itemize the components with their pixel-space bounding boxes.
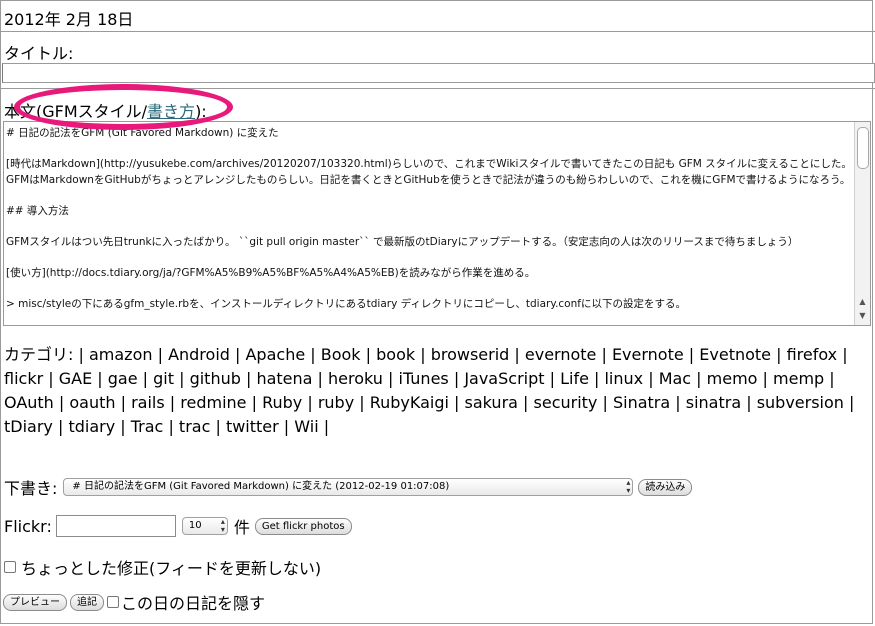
body-text: # 日記の記法をGFM (Git Favored Markdown) に変えた …: [6, 126, 854, 325]
draft-label: 下書き:: [4, 479, 58, 498]
category-item[interactable]: git: [153, 369, 174, 388]
flickr-label: Flickr:: [4, 516, 52, 536]
category-item[interactable]: sakura: [465, 393, 518, 412]
category-item[interactable]: memo: [707, 369, 758, 388]
category-item[interactable]: twitter: [226, 417, 279, 436]
hide-diary-label: この日の日記を隠す: [121, 594, 266, 613]
category-item[interactable]: security: [534, 393, 598, 412]
category-item[interactable]: github: [190, 369, 241, 388]
select-arrows-icon: ▴ ▾: [220, 517, 225, 534]
scroll-thumb[interactable]: [857, 127, 869, 169]
category-item[interactable]: trac: [179, 417, 210, 436]
flickr-count-select[interactable]: 10 ▴ ▾: [181, 517, 228, 535]
category-item[interactable]: Book: [321, 345, 361, 364]
category-item[interactable]: tdiary: [68, 417, 115, 436]
get-flickr-photos-button[interactable]: Get flickr photos: [254, 517, 352, 535]
category-item[interactable]: gae: [108, 369, 138, 388]
category-item[interactable]: ruby: [318, 393, 354, 412]
category-item[interactable]: GAE: [59, 369, 92, 388]
body-line: [使い方](http://docs.tdiary.org/ja/?GFM%A5%…: [6, 266, 536, 279]
category-item[interactable]: sinatra: [686, 393, 741, 412]
category-item[interactable]: Apache: [245, 345, 305, 364]
draft-select[interactable]: # 日記の記法をGFM (Git Favored Markdown) に変えた …: [63, 478, 634, 496]
category-item[interactable]: Evernote: [612, 345, 684, 364]
diary-date: 2012年 2月 18日: [4, 10, 134, 29]
flickr-count-unit: 件: [233, 518, 250, 537]
category-item[interactable]: Mac: [659, 369, 691, 388]
category-item[interactable]: evernote: [525, 345, 597, 364]
category-item[interactable]: Evetnote: [699, 345, 771, 364]
draft-row: 下書き: # 日記の記法をGFM (Git Favored Markdown) …: [4, 475, 693, 499]
category-item[interactable]: RubyKaigi: [370, 393, 449, 412]
category-item[interactable]: memp: [773, 369, 824, 388]
category-item[interactable]: Trac: [131, 417, 164, 436]
title-input[interactable]: [2, 63, 875, 83]
minor-edit-label: ちょっとした修正(フィードを更新しない): [21, 559, 322, 578]
category-item[interactable]: browserid: [431, 345, 510, 364]
category-item[interactable]: iTunes: [399, 369, 449, 388]
body-label-prefix: 本文(GFMスタイル/: [4, 102, 148, 121]
body-line: > misc/styleの下にあるgfm_style.rbを、インストールディレ…: [6, 297, 686, 310]
draft-selected-value: # 日記の記法をGFM (Git Favored Markdown) に変えた …: [72, 481, 450, 492]
flickr-input[interactable]: [55, 515, 176, 537]
category-item[interactable]: Sinatra: [613, 393, 670, 412]
category-item[interactable]: heroku: [328, 369, 383, 388]
body-textarea[interactable]: # 日記の記法をGFM (Git Favored Markdown) に変えた …: [3, 121, 871, 326]
category-item[interactable]: subversion: [757, 393, 844, 412]
body-label-suffix: ):: [195, 102, 207, 121]
body-label: 本文(GFMスタイル/書き方):: [4, 98, 207, 122]
category-item[interactable]: Life: [560, 369, 589, 388]
append-button[interactable]: 追記: [70, 593, 104, 611]
category-list: カテゴリ: | amazon | Android | Apache | Book…: [4, 345, 855, 436]
scroll-down-icon[interactable]: ▼: [855, 309, 870, 323]
select-arrows-icon: ▴ ▾: [626, 478, 631, 495]
category-item[interactable]: tDiary: [4, 417, 53, 436]
action-row: プレビュー 追記 この日の日記を隠す: [3, 590, 265, 614]
load-draft-button[interactable]: 読み込み: [638, 478, 693, 496]
category-item[interactable]: Wii: [294, 417, 318, 436]
hide-diary-checkbox[interactable]: [107, 596, 119, 608]
category-item[interactable]: rails: [131, 393, 165, 412]
body-line: [時代はMarkdown](http://yusukebe.com/archiv…: [6, 158, 852, 186]
category-item[interactable]: linux: [604, 369, 643, 388]
category-item[interactable]: firefox: [787, 345, 838, 364]
title-label: タイトル:: [4, 44, 74, 63]
category-item[interactable]: OAuth: [4, 393, 54, 412]
category-item[interactable]: book: [376, 345, 415, 364]
category-item[interactable]: Ruby: [262, 393, 302, 412]
preview-button[interactable]: プレビュー: [3, 593, 67, 611]
scroll-up-icon[interactable]: ▲: [855, 295, 870, 309]
category-item[interactable]: amazon: [89, 345, 153, 364]
category-item[interactable]: redmine: [180, 393, 246, 412]
flickr-row: Flickr: 10 ▴ ▾ 件 Get flickr photos: [4, 514, 352, 538]
category-item[interactable]: hatena: [256, 369, 312, 388]
how-to-write-link[interactable]: 書き方: [147, 102, 195, 121]
textarea-scrollbar[interactable]: ▲ ▼: [854, 122, 870, 325]
divider: [0, 88, 875, 89]
body-line: # 日記の記法をGFM (Git Favored Markdown) に変えた: [6, 127, 279, 139]
category-item[interactable]: Android: [168, 345, 230, 364]
minor-edit-row: ちょっとした修正(フィードを更新しない): [4, 555, 321, 579]
category-item[interactable]: flickr: [4, 369, 43, 388]
category-item[interactable]: oauth: [69, 393, 115, 412]
category-item[interactable]: JavaScript: [464, 369, 544, 388]
minor-edit-checkbox[interactable]: [4, 561, 16, 573]
flickr-count-value: 10: [188, 520, 202, 531]
category-label: カテゴリ: |: [4, 345, 89, 364]
divider: [0, 31, 875, 32]
body-line: ## 導入方法: [6, 204, 69, 217]
body-line: GFMスタイルはつい先日trunkに入ったばかり。 ``git pull ori…: [6, 235, 799, 248]
